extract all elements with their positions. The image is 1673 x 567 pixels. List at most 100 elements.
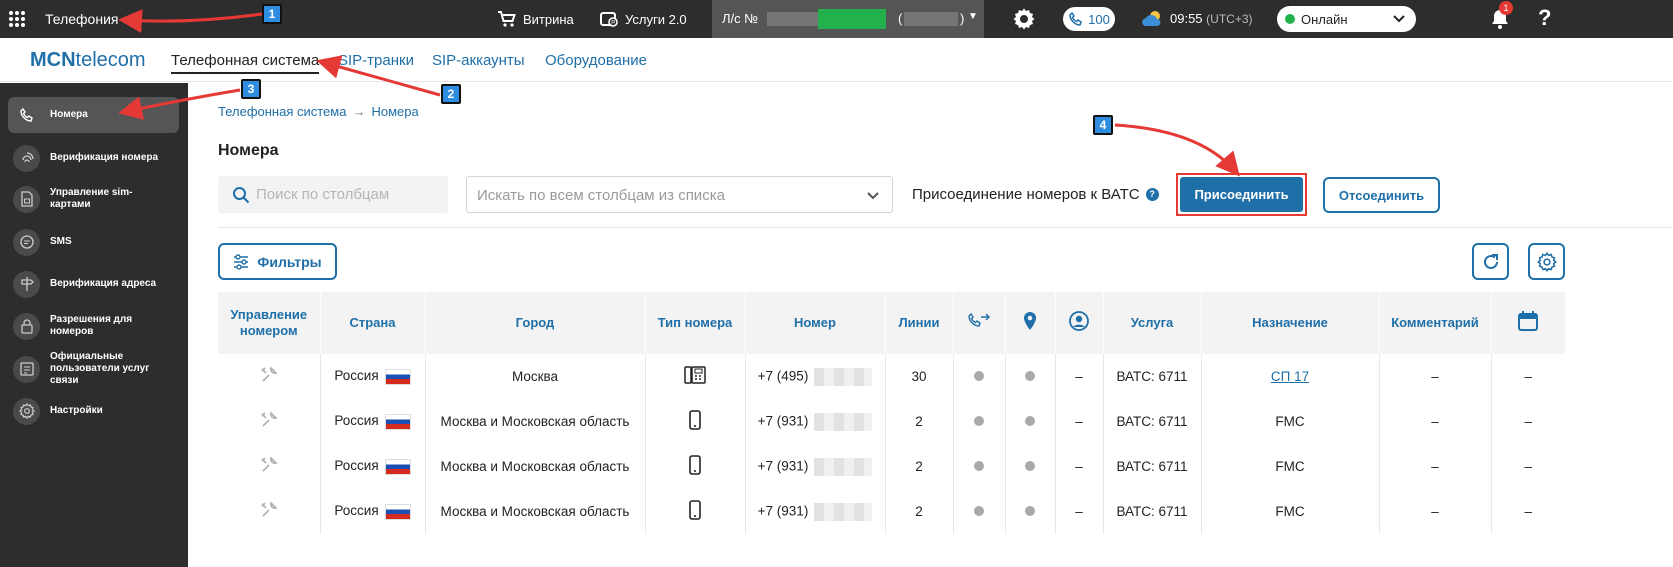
account-paren-close: ) <box>960 11 965 26</box>
header-location[interactable] <box>1005 292 1056 354</box>
sliders-icon <box>234 253 249 270</box>
status-dot-icon <box>974 371 984 381</box>
sidebar-item-number-permissions[interactable]: Разрешения для номеров <box>8 311 179 341</box>
account-selector[interactable]: Л/с № ( ) ▼ <box>712 0 984 38</box>
annotation-marker-4: 4 <box>1093 115 1113 135</box>
header-country[interactable]: Страна <box>320 292 426 354</box>
app-title[interactable]: Телефония <box>45 11 118 27</box>
header-lines[interactable]: Линии <box>885 292 954 354</box>
chevron-down-icon <box>867 192 879 200</box>
date-cell: – <box>1524 369 1532 384</box>
manage-cell[interactable] <box>218 489 321 534</box>
annotation-marker-1: 1 <box>262 4 282 24</box>
number-prefix: +7 (495) <box>757 368 809 384</box>
number-cell[interactable]: +7 (931) <box>745 399 886 444</box>
number-prefix: +7 (931) <box>757 503 809 519</box>
sidebar-item-number-verification[interactable]: Верификация номера <box>8 143 179 173</box>
mobile-phone-icon <box>689 455 701 475</box>
header-service[interactable]: Услуга <box>1103 292 1202 354</box>
services-link[interactable]: P Услуги 2.0 <box>599 10 687 28</box>
sidebar-item-sms[interactable]: SMS <box>8 227 179 257</box>
column-select[interactable]: Искать по всем столбцам из списка <box>466 176 893 213</box>
filters-button[interactable]: Фильтры <box>218 243 337 280</box>
divider <box>218 227 1673 228</box>
number-cell[interactable]: +7 (931) <box>745 489 886 534</box>
purpose-cell: FMC <box>1201 399 1380 444</box>
manage-cell[interactable] <box>218 399 321 444</box>
header-comment[interactable]: Комментарий <box>1379 292 1492 354</box>
sim-icon <box>13 185 40 213</box>
header-forwarding[interactable] <box>953 292 1006 354</box>
header-user[interactable] <box>1055 292 1104 354</box>
purpose-link[interactable]: СП 17 <box>1271 369 1309 384</box>
account-number-masked <box>767 12 819 26</box>
sidebar-item-settings[interactable]: Настройки <box>8 396 179 426</box>
lines-cell: 2 <box>885 489 954 534</box>
wrench-icon <box>261 501 278 517</box>
search-input[interactable] <box>218 176 448 213</box>
help-icon[interactable]: ? <box>1145 188 1159 201</box>
tab-equipment[interactable]: Оборудование <box>545 52 647 69</box>
type-cell <box>645 354 746 399</box>
table-row[interactable]: Россия Москва и Московская область +7 (9… <box>218 399 1565 444</box>
nav-bar: MCNtelecom Телефонная система SIP-транки… <box>0 38 1673 82</box>
manage-cell[interactable] <box>218 444 321 489</box>
detach-button[interactable]: Отсоединить <box>1323 177 1440 213</box>
number-masked <box>814 502 873 521</box>
number-prefix: +7 (931) <box>757 458 809 474</box>
city-cell: Москва <box>425 354 646 399</box>
join-button[interactable]: Присоединить <box>1180 177 1303 212</box>
help-icon[interactable]: ? <box>1538 5 1551 31</box>
mobile-phone-icon <box>689 500 701 520</box>
table-row[interactable]: Россия Москва и Московская область +7 (9… <box>218 489 1565 534</box>
service-cell: ВАТС: 6711 <box>1103 354 1202 399</box>
table-row[interactable]: Россия Москва и Московская область +7 (9… <box>218 444 1565 489</box>
header-number[interactable]: Номер <box>745 292 886 354</box>
location-cell <box>1005 489 1056 534</box>
header-date[interactable] <box>1491 292 1565 354</box>
table-settings-button[interactable] <box>1528 243 1565 280</box>
shop-link[interactable]: Витрина <box>497 10 574 28</box>
sidebar-item-numbers[interactable]: Номера <box>8 97 179 133</box>
manage-cell[interactable] <box>218 354 321 399</box>
logo-rest: telecom <box>75 49 146 71</box>
header-city[interactable]: Город <box>425 292 646 354</box>
logo[interactable]: MCNtelecom <box>30 49 146 72</box>
number-prefix: +7 (931) <box>757 413 809 429</box>
header-type[interactable]: Тип номера <box>645 292 746 354</box>
desk-phone-icon <box>684 366 706 384</box>
user-cell: – <box>1055 354 1104 399</box>
type-cell <box>645 444 746 489</box>
clock-time: 09:55 <box>1170 11 1203 26</box>
number-cell[interactable]: +7 (495) <box>745 354 886 399</box>
sidebar-item-official-users[interactable]: Официальные пользователи услуг связи <box>8 351 179 387</box>
wrench-icon <box>261 366 278 382</box>
calls-counter[interactable]: 100 <box>1063 7 1115 31</box>
notification-badge: 1 <box>1499 1 1513 15</box>
sidebar-item-label: Официальные пользователи услуг связи <box>50 351 150 386</box>
apps-grid-icon[interactable] <box>9 11 25 27</box>
location-cell <box>1005 399 1056 444</box>
forwarding-cell <box>953 354 1006 399</box>
call-forward-icon <box>968 312 990 327</box>
breadcrumb: Телефонная система → Номера <box>218 104 419 119</box>
gear-icon[interactable] <box>1012 7 1036 31</box>
city-cell: Москва и Московская область <box>425 489 646 534</box>
breadcrumb-root[interactable]: Телефонная система <box>218 104 346 119</box>
sidebar-item-label: Разрешения для номеров <box>50 314 133 337</box>
tab-telephone-system[interactable]: Телефонная система <box>171 52 320 74</box>
tab-sip-trunks[interactable]: SIP-транки <box>338 52 414 69</box>
country-name: Россия <box>334 368 379 384</box>
sidebar-item-address-verification[interactable]: Верификация адреса <box>8 269 179 299</box>
tab-sip-accounts[interactable]: SIP-аккаунты <box>432 52 525 69</box>
status-dropdown[interactable]: Онлайн <box>1277 6 1416 32</box>
header-manage[interactable]: Управление номером <box>218 292 321 354</box>
refresh-button[interactable] <box>1472 243 1509 280</box>
forwarding-cell <box>953 489 1006 534</box>
header-purpose[interactable]: Назначение <box>1201 292 1380 354</box>
signpost-icon <box>13 270 40 298</box>
number-cell[interactable]: +7 (931) <box>745 444 886 489</box>
table-row[interactable]: Россия Москва +7 (495) 30 – ВАТС: 6711 С… <box>218 354 1565 399</box>
sidebar-item-sim-management[interactable]: Управление sim-картами <box>8 184 179 214</box>
russia-flag-icon <box>384 413 411 430</box>
